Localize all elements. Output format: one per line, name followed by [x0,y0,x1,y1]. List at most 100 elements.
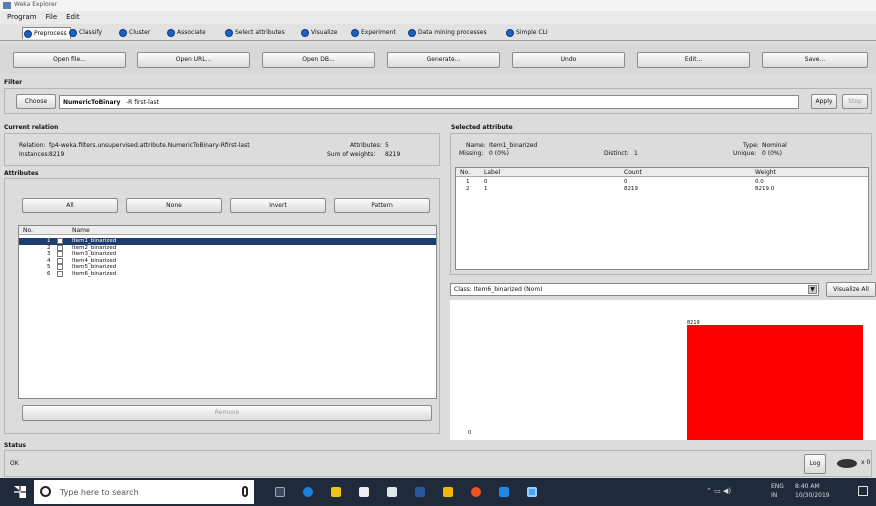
attributes-value: 5 [385,142,389,149]
mail-icon[interactable] [387,487,397,497]
tab-simple-cli[interactable]: Simple CLI [505,27,548,39]
attributes-panel: All None Invert Pattern No. Name 1 Item1_… [4,178,440,434]
visualize-all-button[interactable]: Visualize All [826,282,876,297]
selected-attribute-panel: Name: Item1_binarized Type: Nominal Miss… [450,133,872,275]
menu-program[interactable]: Program [7,11,37,24]
pattern-button[interactable]: Pattern [334,198,430,213]
sa-col-weight: Weight [755,169,776,176]
tab-experiment[interactable]: Experiment [350,27,396,39]
tab-classify[interactable]: Classify [68,27,102,39]
app-blue-icon[interactable] [499,487,509,497]
tray-time[interactable]: 8:40 AM [795,483,820,490]
attribute-checkbox[interactable] [57,270,63,277]
tab-preprocess[interactable]: Preprocess [22,27,71,39]
tab-cluster[interactable]: Cluster [118,27,150,39]
selected-attribute-table: No. Label Count Weight 1 0 0 0.0 2 1 8219 8219.… [455,167,869,270]
attribute-checkbox[interactable] [57,238,63,244]
open-file-button[interactable]: Open file... [13,52,126,68]
selected-attribute-header: Selected attribute [451,124,513,131]
sa-table-header: No. Label Count Weight [456,168,868,177]
search-placeholder: Type here to search [60,488,139,497]
status-tasks: x 0 [861,459,871,466]
attribute-checkbox[interactable] [57,264,63,270]
sa-cell-label: 1 [484,186,488,192]
microphone-icon[interactable] [242,486,248,497]
tray-region[interactable]: IN [771,492,777,499]
tab-select-attributes[interactable]: Select attributes [224,27,285,39]
edge-icon[interactable] [303,487,313,497]
invert-button[interactable]: Invert [230,198,326,213]
sa-type-value: Nominal [762,142,787,149]
sum-weights-value: 8219 [385,151,401,158]
open-db-button[interactable]: Open DB... [262,52,375,68]
column-name: Name [72,227,90,234]
edit-button[interactable]: Edit... [637,52,750,68]
apply-button[interactable]: Apply [811,94,837,109]
weka-task-icon[interactable] [527,487,537,497]
menu-file[interactable]: File [45,11,57,24]
weka-app-icon [3,2,11,9]
attributes-header: Attributes [4,170,39,177]
tray-lang[interactable]: ENG [771,483,784,490]
sa-cell-no: 2 [466,186,470,192]
sa-col-count: Count [624,169,642,176]
tab-radio-icon [119,29,127,37]
attribute-row-no: 6 [47,270,51,277]
file-explorer-icon[interactable] [331,487,341,497]
class-select[interactable]: Class: Item6_binarized (Nom) ▼ [450,283,819,296]
menu-bar: Program File Edit [0,11,876,24]
current-relation-header: Current relation [4,124,59,131]
sa-distinct-value: 1 [634,150,638,157]
attribute-checkbox[interactable] [57,244,63,251]
tray-date[interactable]: 10/30/2019 [795,492,830,499]
sum-weights-label: Sum of weights: [327,151,376,158]
select-all-button[interactable]: All [22,198,118,213]
attribute-row[interactable]: 6 Item6_binarized [19,270,436,278]
tab-data-mining-processes[interactable]: Data mining processes [407,27,487,39]
toolbar: Open file... Open URL... Open DB... Gene… [0,44,876,74]
sa-missing-value: 0 (0%) [489,150,509,157]
filter-name: NumericToBinary [63,99,121,106]
undo-button[interactable]: Undo [512,52,625,68]
taskbar: Type here to search ⌃ ▭ ◀) ENG IN 8:40 A… [0,478,876,506]
attribute-checkbox[interactable] [57,257,63,264]
current-relation-panel: Relation: fp4-weka.filters.unsupervised.… [4,133,440,166]
sa-cell-no: 1 [466,179,470,185]
windows-start-icon[interactable] [14,486,26,498]
status-text: OK [10,460,19,467]
attributes-table: No. Name 1 Item1_binarized 2 Item2_binarize… [18,225,437,399]
relation-value: fp4-weka.filters.unsupervised.attribute.… [49,142,250,149]
filter-field[interactable]: NumericToBinary -R first-last [59,95,799,109]
search-icon [40,486,51,497]
tab-radio-icon [24,30,32,38]
menu-edit[interactable]: Edit [66,11,80,24]
select-none-button[interactable]: None [126,198,222,213]
filter-panel: Choose NumericToBinary -R first-last App… [4,88,872,114]
taskbar-search[interactable]: Type here to search [34,480,254,504]
stop-button: Stop [842,94,868,109]
attribute-checkbox[interactable] [57,251,63,257]
sa-cell-weight: 0.0 [755,179,764,185]
tab-associate[interactable]: Associate [166,27,206,39]
save-button[interactable]: Save... [762,52,868,68]
sa-name-value: Item1_binarized [489,142,538,149]
sa-cell-count: 0 [624,179,628,185]
log-button[interactable]: Log [804,454,826,474]
tab-visualize[interactable]: Visualize [300,27,337,39]
app-icon[interactable] [443,487,453,497]
sa-unique-value: 0 (0%) [762,150,782,157]
tab-radio-icon [225,29,233,37]
task-view-icon[interactable] [275,487,285,497]
open-url-button[interactable]: Open URL... [137,52,250,68]
word-icon[interactable] [415,487,425,497]
status-header: Status [4,442,26,449]
store-icon[interactable] [359,487,369,497]
notifications-icon[interactable] [858,486,868,496]
tray-icons[interactable]: ⌃ ▭ ◀) [706,487,731,495]
choose-filter-button[interactable]: Choose [16,94,56,109]
generate-button[interactable]: Generate... [387,52,500,68]
filter-header: Filter [4,79,23,86]
chrome-icon[interactable] [471,487,481,497]
attributes-table-header: No. Name [19,226,436,235]
instances-label: Instances: [19,151,50,158]
